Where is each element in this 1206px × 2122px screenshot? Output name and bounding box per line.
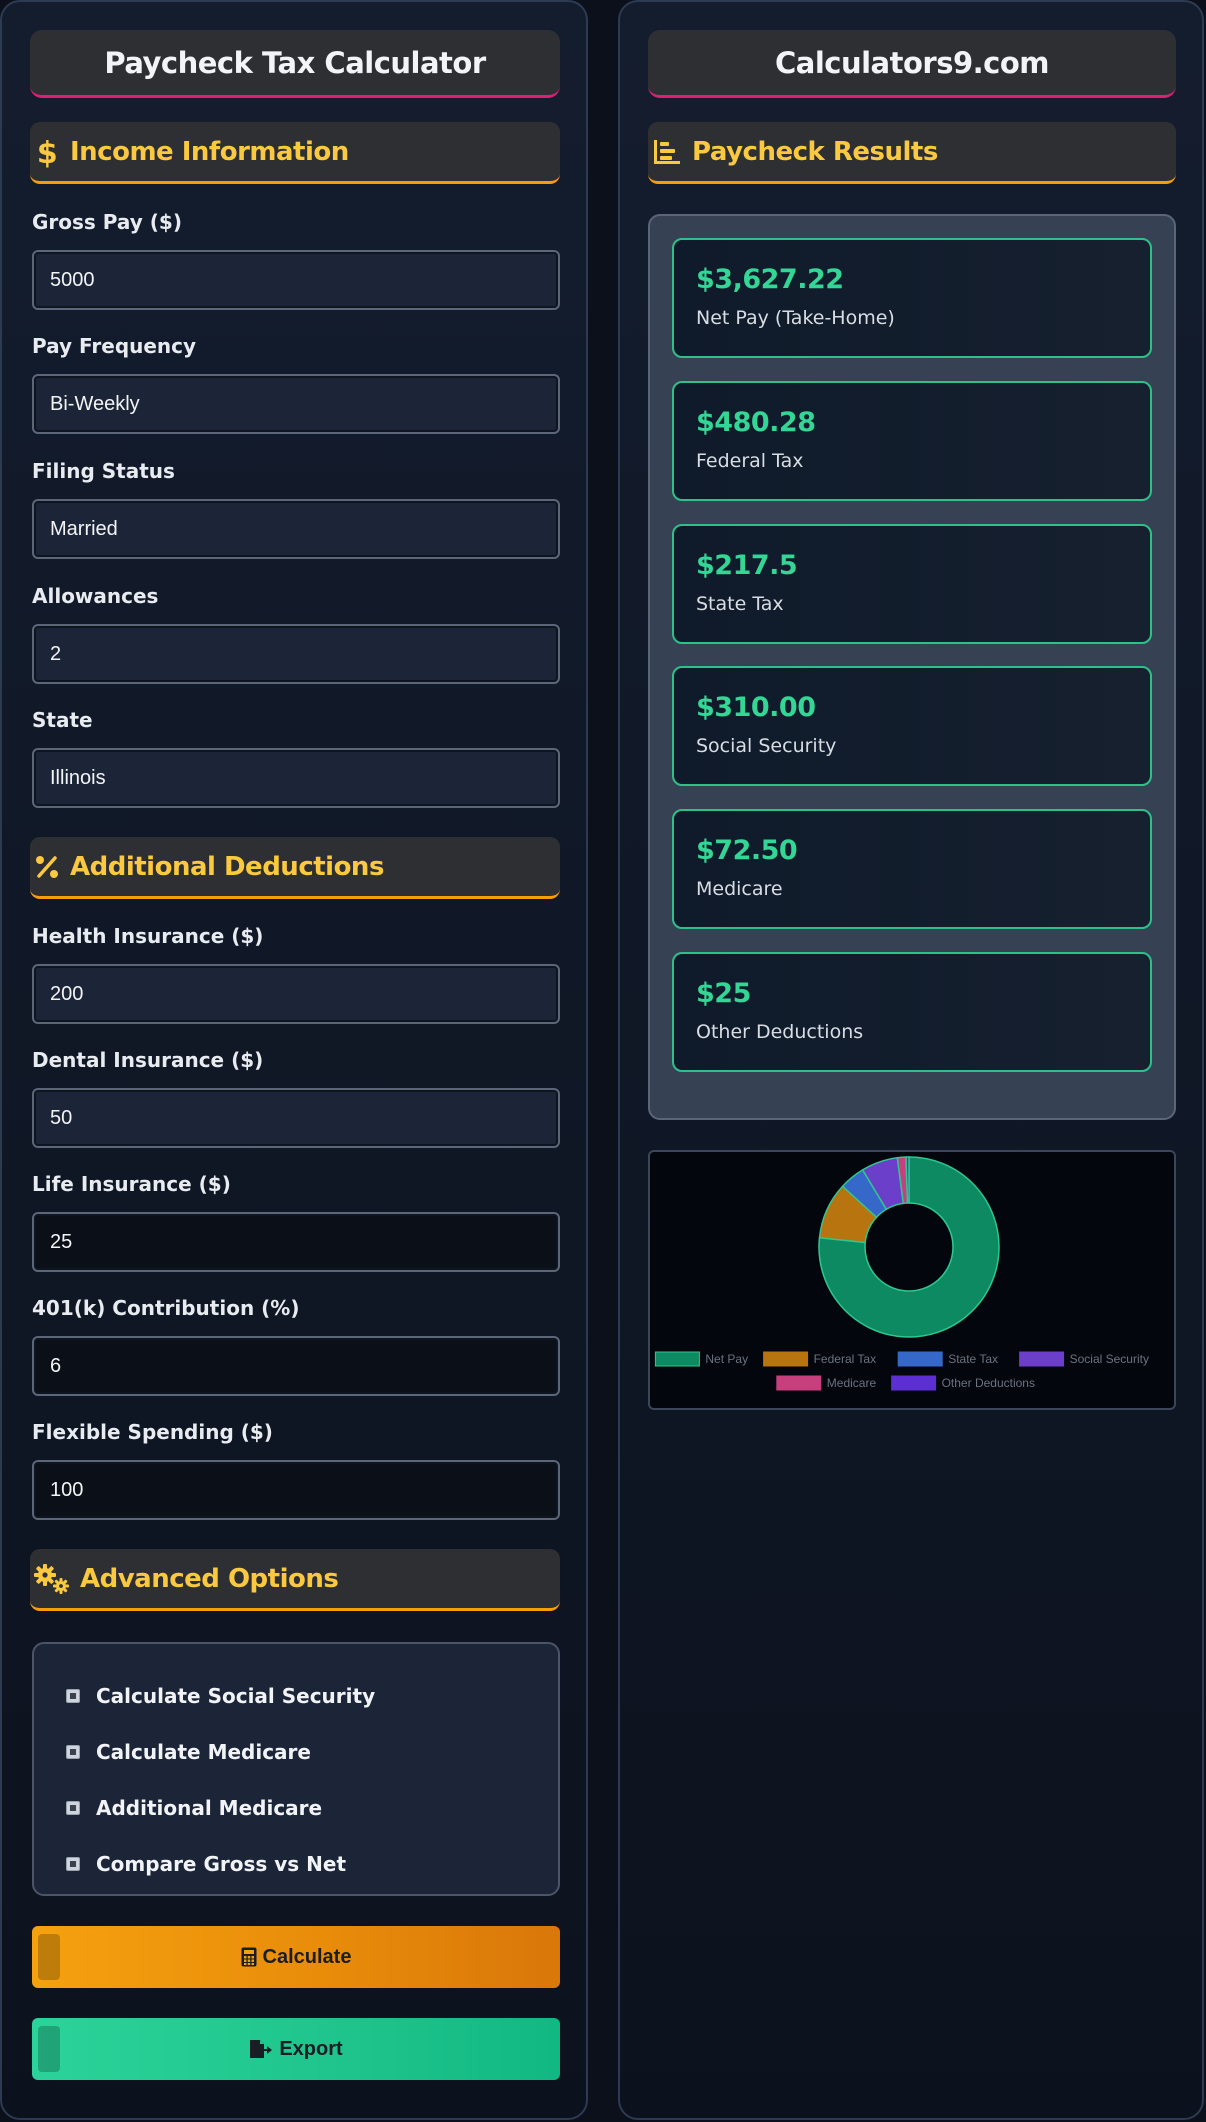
gross-pay-label: Gross Pay ($) [32,210,182,234]
option-compare-gross-vs-net[interactable]: Compare Gross vs Net [56,1836,558,1892]
legend-swatch [654,1351,700,1367]
result-label: Federal Tax [696,450,804,472]
deductions-section-header: Additional Deductions [30,837,560,899]
legend-label: Net Pay [705,1352,748,1366]
legend-swatch [891,1375,937,1391]
advanced-section-title: Advanced Options [80,1563,339,1594]
result-card-medicare: $72.50 Medicare [672,809,1152,929]
advanced-options-list: Calculate Social Security Calculate Medi… [32,1642,560,1896]
legend-swatch [763,1351,809,1367]
results-list: $3,627.22 Net Pay (Take-Home) $480.28 Fe… [648,214,1176,1120]
advanced-section-header: Advanced Options [30,1549,560,1611]
calculator-icon [241,1947,257,1967]
percent-icon [32,850,62,884]
filing-status-label: Filing Status [32,459,175,483]
income-section-title: Income Information [70,136,349,167]
legend-swatch [776,1375,822,1391]
life-insurance-input[interactable] [32,1212,560,1272]
pay-frequency-label: Pay Frequency [32,334,197,358]
result-label: Medicare [696,878,783,900]
health-insurance-label: Health Insurance ($) [32,924,264,948]
legend-label: Other Deductions [942,1376,1035,1390]
export-button-label: Export [279,2037,343,2060]
401k-contribution-input[interactable] [32,1336,560,1396]
svg-text:$: $ [37,136,57,168]
legend-swatch [1019,1351,1065,1367]
result-label: Net Pay (Take-Home) [696,307,895,329]
income-section-header: $ Income Information [30,122,560,184]
option-label: Additional Medicare [96,1796,323,1820]
legend-item-state-tax[interactable]: State Tax [897,1351,998,1367]
result-card-social-security: $310.00 Social Security [672,666,1152,786]
allowances-label: Allowances [32,584,159,608]
state-value: Illinois [50,766,106,789]
legend-item-other-deductions[interactable]: Other Deductions [891,1375,1035,1391]
filing-status-value: Married [50,517,118,540]
gears-icon [32,1562,72,1596]
option-label: Calculate Medicare [96,1740,311,1764]
option-additional-medicare[interactable]: Additional Medicare [56,1780,558,1836]
legend-label: Federal Tax [814,1352,876,1366]
health-insurance-input[interactable] [32,964,560,1024]
life-insurance-label: Life Insurance ($) [32,1172,231,1196]
calculate-button[interactable]: Calculate [32,1926,560,1988]
breakdown-chart: Net Pay Federal Tax State Tax Social Securi… [648,1150,1176,1410]
legend-item-federal-tax[interactable]: Federal Tax [763,1351,876,1367]
flexible-spending-label: Flexible Spending ($) [32,1420,273,1444]
results-panel: Calculators9.com Paycheck Results $3,627… [618,0,1204,2120]
state-select[interactable]: Illinois [32,748,560,808]
results-section-title: Paycheck Results [692,136,938,167]
result-card-other-deductions: $25 Other Deductions [672,952,1152,1072]
checkbox[interactable] [66,1689,80,1703]
bar-chart-icon [650,135,684,169]
filing-status-select[interactable]: Married [32,499,560,559]
result-card-federal-tax: $480.28 Federal Tax [672,381,1152,501]
result-value: $480.28 [696,407,816,438]
option-label: Calculate Social Security [96,1684,376,1708]
pay-frequency-select[interactable]: Bi-Weekly [32,374,560,434]
gross-pay-input[interactable] [32,250,560,310]
result-value: $3,627.22 [696,264,844,295]
option-calculate-medicare[interactable]: Calculate Medicare [56,1724,558,1780]
result-card-net-pay: $3,627.22 Net Pay (Take-Home) [672,238,1152,358]
legend-item-net-pay[interactable]: Net Pay [654,1351,748,1367]
dollar-icon: $ [32,135,62,169]
result-label: Other Deductions [696,1021,864,1043]
dental-insurance-label: Dental Insurance ($) [32,1048,264,1072]
result-card-state-tax: $217.5 State Tax [672,524,1152,644]
calculator-title: Paycheck Tax Calculator [30,30,560,98]
result-label: Social Security [696,735,837,757]
pay-frequency-value: Bi-Weekly [50,392,140,415]
checkbox[interactable] [66,1801,80,1815]
dental-insurance-input[interactable] [32,1088,560,1148]
donut-chart: Net Pay Federal Tax State Tax Social Securi… [654,1156,1149,1391]
result-value: $310.00 [696,692,816,723]
site-title: Calculators9.com [648,30,1176,98]
calculate-button-label: Calculate [262,1945,352,1968]
legend-item-medicare[interactable]: Medicare [776,1375,877,1391]
allowances-input[interactable] [32,624,560,684]
result-value: $72.50 [696,835,798,866]
legend-label: Medicare [827,1376,877,1390]
flexible-spending-input[interactable] [32,1460,560,1520]
option-label: Compare Gross vs Net [96,1852,347,1876]
legend-label: State Tax [948,1352,998,1366]
calculator-panel: Paycheck Tax Calculator $ Income Informa… [0,0,588,2120]
file-export-icon [249,2039,273,2059]
401k-contribution-label: 401(k) Contribution (%) [32,1296,300,1320]
export-button[interactable]: Export [32,2018,560,2080]
legend-swatch [897,1351,943,1367]
result-value: $217.5 [696,550,798,581]
deductions-section-title: Additional Deductions [70,851,384,882]
result-label: State Tax [696,593,784,615]
checkbox[interactable] [66,1745,80,1759]
option-calculate-social-security[interactable]: Calculate Social Security [56,1668,558,1724]
results-section-header: Paycheck Results [648,122,1176,184]
legend-label: Social Security [1070,1352,1149,1366]
result-value: $25 [696,978,751,1009]
checkbox[interactable] [66,1857,80,1871]
state-label: State [32,708,93,732]
legend-item-social-security[interactable]: Social Security [1019,1351,1149,1367]
